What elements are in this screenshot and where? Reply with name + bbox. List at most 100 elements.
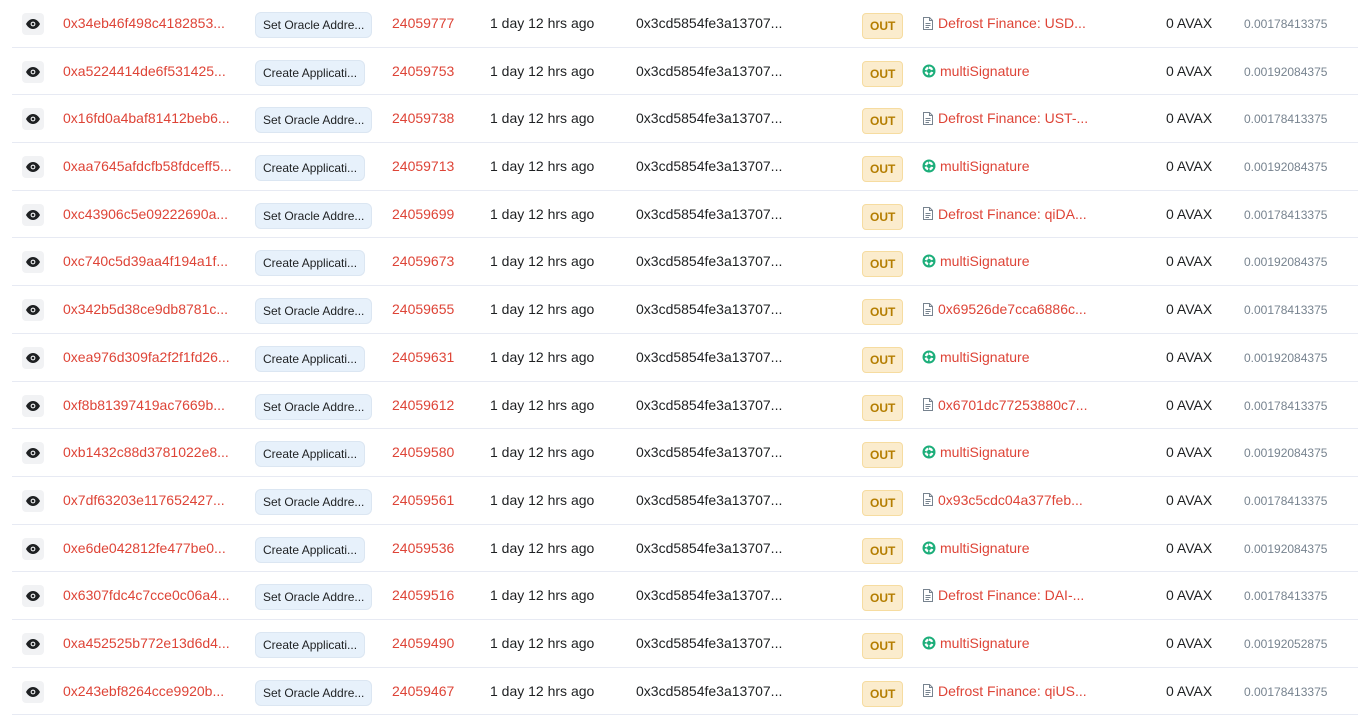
from-address[interactable]: 0x3cd5854fe3a13707... bbox=[636, 540, 786, 556]
tx-hash-link[interactable]: 0x16fd0a4baf81412beb6... bbox=[63, 110, 239, 126]
from-address[interactable]: 0x3cd5854fe3a13707... bbox=[636, 110, 786, 126]
eye-icon[interactable] bbox=[22, 537, 44, 560]
eye-icon[interactable] bbox=[22, 346, 44, 369]
tx-hash-link[interactable]: 0xc43906c5e09222690a... bbox=[63, 206, 239, 222]
method-badge[interactable]: Create Applicati... bbox=[255, 59, 366, 86]
eye-icon[interactable] bbox=[22, 13, 44, 35]
block-link[interactable]: 24059753 bbox=[392, 63, 454, 79]
method-badge[interactable]: Create Applicati... bbox=[255, 441, 366, 468]
to-address[interactable]: Defrost Finance: USD... bbox=[922, 15, 1086, 31]
from-address[interactable]: 0x3cd5854fe3a13707... bbox=[636, 444, 786, 460]
eye-icon[interactable] bbox=[22, 60, 44, 83]
eye-icon[interactable] bbox=[22, 299, 44, 322]
to-address[interactable]: 0x69526de7cca6886c... bbox=[922, 301, 1087, 317]
tx-hash-link[interactable]: 0xf8b81397419ac7669b... bbox=[63, 397, 239, 413]
to-address-label[interactable]: Defrost Finance: DAI-... bbox=[938, 587, 1084, 603]
method-badge[interactable]: Set Oracle Addre... bbox=[255, 107, 373, 134]
to-address[interactable]: multiSignature bbox=[922, 349, 1030, 365]
method-badge[interactable]: Create Applicati... bbox=[255, 250, 366, 277]
to-address-label[interactable]: multiSignature bbox=[940, 444, 1030, 460]
to-address-label[interactable]: Defrost Finance: USD... bbox=[938, 15, 1086, 31]
tx-hash-link[interactable]: 0xea976d309fa2f2f1fd26... bbox=[63, 349, 239, 365]
block-link[interactable]: 24059467 bbox=[392, 683, 454, 699]
to-address-label[interactable]: Defrost Finance: qiUS... bbox=[938, 683, 1087, 699]
tx-hash-link[interactable]: 0xa452525b772e13d6d4... bbox=[63, 635, 239, 651]
block-link[interactable]: 24059673 bbox=[392, 253, 454, 269]
block-link[interactable]: 24059631 bbox=[392, 349, 454, 365]
tx-hash-link[interactable]: 0x34eb46f498c4182853... bbox=[63, 15, 239, 31]
method-badge[interactable]: Set Oracle Addre... bbox=[255, 584, 373, 611]
tx-hash-link[interactable]: 0xb1432c88d3781022e8... bbox=[63, 444, 239, 460]
eye-icon[interactable] bbox=[22, 203, 44, 226]
tx-hash-link[interactable]: 0xa5224414de6f531425... bbox=[63, 63, 239, 79]
to-address[interactable]: multiSignature bbox=[922, 253, 1030, 269]
to-address-label[interactable]: 0x93c5cdc04a377feb... bbox=[938, 492, 1083, 508]
from-address[interactable]: 0x3cd5854fe3a13707... bbox=[636, 397, 786, 413]
eye-icon[interactable] bbox=[22, 251, 44, 274]
block-link[interactable]: 24059738 bbox=[392, 110, 454, 126]
block-link[interactable]: 24059612 bbox=[392, 397, 454, 413]
to-address-label[interactable]: multiSignature bbox=[940, 253, 1030, 269]
to-address-label[interactable]: Defrost Finance: UST-... bbox=[938, 110, 1088, 126]
block-link[interactable]: 24059655 bbox=[392, 301, 454, 317]
to-address-label[interactable]: multiSignature bbox=[940, 158, 1030, 174]
from-address[interactable]: 0x3cd5854fe3a13707... bbox=[636, 63, 786, 79]
eye-icon[interactable] bbox=[22, 632, 44, 655]
to-address[interactable]: multiSignature bbox=[922, 158, 1030, 174]
from-address[interactable]: 0x3cd5854fe3a13707... bbox=[636, 349, 786, 365]
from-address[interactable]: 0x3cd5854fe3a13707... bbox=[636, 635, 786, 651]
eye-icon[interactable] bbox=[22, 442, 44, 465]
to-address-label[interactable]: multiSignature bbox=[940, 635, 1030, 651]
to-address[interactable]: 0x6701dc77253880c7... bbox=[922, 397, 1087, 413]
block-link[interactable]: 24059561 bbox=[392, 492, 454, 508]
to-address[interactable]: 0x93c5cdc04a377feb... bbox=[922, 492, 1083, 508]
method-badge[interactable]: Set Oracle Addre... bbox=[255, 488, 373, 515]
tx-hash-link[interactable]: 0xaa7645afdcfb58fdceff5... bbox=[63, 158, 239, 174]
to-address[interactable]: multiSignature bbox=[922, 540, 1030, 556]
to-address[interactable]: multiSignature bbox=[922, 444, 1030, 460]
eye-icon[interactable] bbox=[22, 585, 44, 608]
to-address[interactable]: Defrost Finance: UST-... bbox=[922, 110, 1088, 126]
tx-hash-link[interactable]: 0xe6de042812fe477be0... bbox=[63, 540, 239, 556]
tx-hash-link[interactable]: 0x6307fdc4c7cce0c06a4... bbox=[63, 587, 239, 603]
to-address-label[interactable]: Defrost Finance: qiDA... bbox=[938, 206, 1087, 222]
to-address-label[interactable]: multiSignature bbox=[940, 540, 1030, 556]
from-address[interactable]: 0x3cd5854fe3a13707... bbox=[636, 492, 786, 508]
from-address[interactable]: 0x3cd5854fe3a13707... bbox=[636, 206, 786, 222]
method-badge[interactable]: Set Oracle Addre... bbox=[255, 202, 373, 229]
from-address[interactable]: 0x3cd5854fe3a13707... bbox=[636, 683, 786, 699]
to-address[interactable]: Defrost Finance: qiDA... bbox=[922, 206, 1087, 222]
block-link[interactable]: 24059516 bbox=[392, 587, 454, 603]
method-badge[interactable]: Create Applicati... bbox=[255, 536, 366, 563]
method-badge[interactable]: Set Oracle Addre... bbox=[255, 298, 373, 325]
from-address[interactable]: 0x3cd5854fe3a13707... bbox=[636, 253, 786, 269]
from-address[interactable]: 0x3cd5854fe3a13707... bbox=[636, 587, 786, 603]
eye-icon[interactable] bbox=[22, 108, 44, 131]
from-address[interactable]: 0x3cd5854fe3a13707... bbox=[636, 15, 786, 31]
eye-icon[interactable] bbox=[22, 156, 44, 179]
from-address[interactable]: 0x3cd5854fe3a13707... bbox=[636, 158, 786, 174]
from-address[interactable]: 0x3cd5854fe3a13707... bbox=[636, 301, 786, 317]
block-link[interactable]: 24059536 bbox=[392, 540, 454, 556]
tx-hash-link[interactable]: 0x243ebf8264cce9920b... bbox=[63, 683, 239, 699]
method-badge[interactable]: Create Applicati... bbox=[255, 345, 366, 372]
block-link[interactable]: 24059713 bbox=[392, 158, 454, 174]
eye-icon[interactable] bbox=[22, 680, 44, 703]
tx-hash-link[interactable]: 0xc740c5d39aa4f194a1f... bbox=[63, 253, 239, 269]
block-link[interactable]: 24059490 bbox=[392, 635, 454, 651]
method-badge[interactable]: Set Oracle Addre... bbox=[255, 393, 373, 420]
method-badge[interactable]: Create Applicati... bbox=[255, 631, 366, 658]
tx-hash-link[interactable]: 0x7df63203e117652427... bbox=[63, 492, 239, 508]
to-address[interactable]: Defrost Finance: DAI-... bbox=[922, 587, 1084, 603]
eye-icon[interactable] bbox=[22, 489, 44, 512]
to-address[interactable]: multiSignature bbox=[922, 635, 1030, 651]
to-address-label[interactable]: multiSignature bbox=[940, 63, 1030, 79]
to-address-label[interactable]: 0x6701dc77253880c7... bbox=[938, 397, 1087, 413]
method-badge[interactable]: Create Applicati... bbox=[255, 155, 366, 182]
to-address-label[interactable]: multiSignature bbox=[940, 349, 1030, 365]
block-link[interactable]: 24059580 bbox=[392, 444, 454, 460]
tx-hash-link[interactable]: 0x342b5d38ce9db8781c... bbox=[63, 301, 239, 317]
method-badge[interactable]: Set Oracle Addre... bbox=[255, 12, 373, 38]
to-address[interactable]: Defrost Finance: qiUS... bbox=[922, 683, 1087, 699]
eye-icon[interactable] bbox=[22, 394, 44, 417]
